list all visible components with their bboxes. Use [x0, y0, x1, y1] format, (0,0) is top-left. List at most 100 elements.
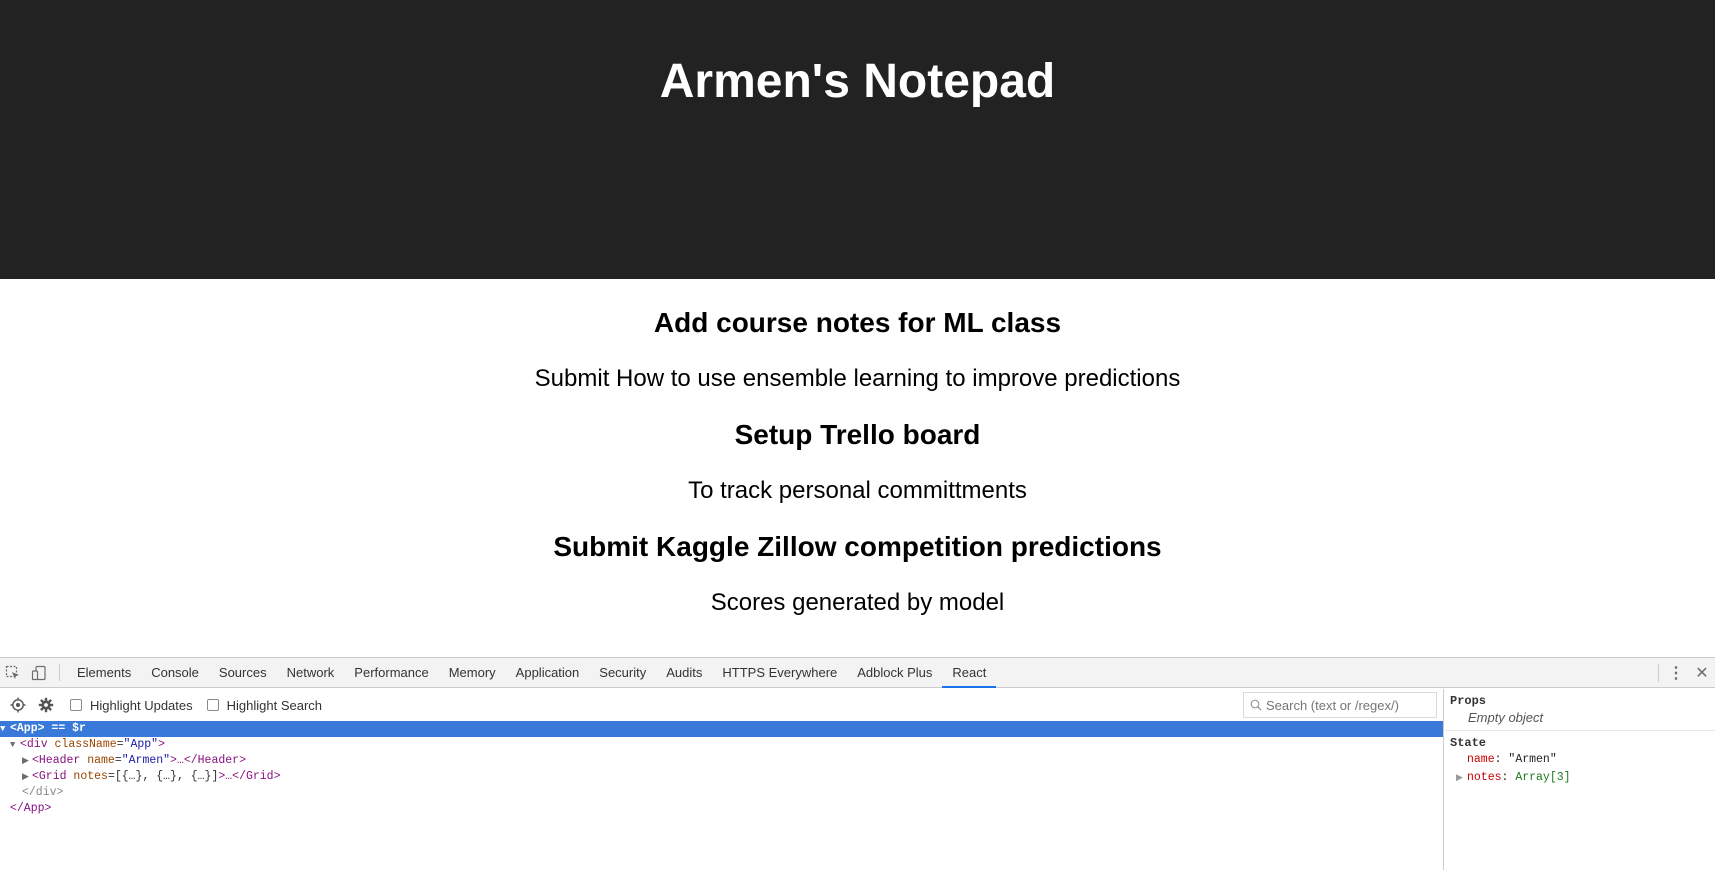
- tab-sources[interactable]: Sources: [209, 658, 277, 687]
- state-key: notes: [1467, 771, 1502, 784]
- props-state-pane: Props Empty object State name: "Armen" ▶…: [1445, 689, 1715, 870]
- note-card: Submit Kaggle Zillow competition predict…: [0, 529, 1715, 619]
- tab-audits[interactable]: Audits: [656, 658, 712, 687]
- tag-name: <Grid: [32, 770, 67, 783]
- search-box[interactable]: [1243, 692, 1437, 718]
- tab-label: Console: [151, 665, 199, 680]
- inspect-element-icon[interactable]: [0, 658, 26, 687]
- collapse-triangle-icon[interactable]: ▼: [10, 737, 20, 753]
- attr-name: name: [87, 754, 115, 767]
- tag-name: Grid: [245, 770, 274, 783]
- search-icon: [1248, 697, 1264, 713]
- highlight-search-checkbox[interactable]: Highlight Search: [206, 697, 323, 713]
- tree-row-app[interactable]: ▼ <App> == $r: [0, 721, 1443, 737]
- collapsed-ellipsis: >…</: [218, 770, 246, 783]
- tree-row-app-close[interactable]: </App>: [0, 801, 1443, 817]
- tab-network[interactable]: Network: [277, 658, 345, 687]
- highlight-updates-label: Highlight Updates: [90, 697, 193, 713]
- tab-label: Memory: [448, 665, 496, 680]
- tab-label: Elements: [77, 665, 132, 680]
- tag-name: <div: [20, 738, 48, 751]
- state-value: "Armen": [1508, 753, 1557, 766]
- tab-react[interactable]: React: [942, 658, 997, 688]
- tab-label: HTTPS Everywhere: [722, 665, 838, 680]
- target-icon[interactable]: [4, 697, 32, 713]
- props-empty-text: Empty object: [1468, 710, 1544, 725]
- note-title: Setup Trello board: [734, 419, 981, 450]
- react-toolbar: Highlight Updates Highlight Search: [0, 689, 1443, 721]
- tree-row-grid[interactable]: ▶ <Grid notes=[{…}, {…}, {…}]>…</Grid>: [0, 769, 1443, 785]
- tab-label: Network: [286, 665, 335, 680]
- tab-application[interactable]: Application: [506, 658, 590, 687]
- note-title: Add course notes for ML class: [653, 307, 1062, 338]
- props-section: Props Empty object: [1445, 689, 1715, 730]
- notes-grid: Add course notes for ML class Submit How…: [0, 279, 1715, 641]
- highlight-search-label: Highlight Search: [226, 697, 323, 713]
- devtools-panel: Elements Console Sources Network Perform…: [0, 657, 1715, 870]
- highlight-updates-checkbox[interactable]: Highlight Updates: [70, 698, 193, 713]
- state-row-notes[interactable]: ▶ notes: Array[3]: [1450, 769, 1711, 787]
- collapse-triangle-icon[interactable]: ▼: [0, 721, 10, 737]
- tab-security[interactable]: Security: [589, 658, 656, 687]
- closing-tag: </App>: [10, 802, 52, 815]
- checkbox-box[interactable]: [70, 699, 82, 711]
- closing-tag: </div>: [22, 786, 64, 799]
- gear-icon[interactable]: [32, 697, 60, 713]
- component-tree: ▼ <App> == $r ▼ <div className="App"> ▶ <He…: [0, 721, 1443, 817]
- device-toolbar-icon[interactable]: [26, 658, 52, 687]
- attr-name: className: [54, 738, 117, 751]
- note-card: Add course notes for ML class Submit How…: [0, 305, 1715, 395]
- state-heading: State: [1450, 736, 1487, 750]
- tab-elements[interactable]: Elements: [67, 658, 141, 687]
- tab-memory[interactable]: Memory: [439, 658, 506, 687]
- app-header: Armen's Notepad: [0, 0, 1715, 279]
- state-value: Array[3]: [1515, 771, 1571, 784]
- tag-close: >: [158, 738, 165, 751]
- tab-label: Security: [599, 665, 647, 680]
- attr-name: notes: [73, 770, 108, 783]
- tree-row-div[interactable]: ▼ <div className="App">: [0, 737, 1443, 753]
- props-heading: Props: [1450, 694, 1487, 708]
- expand-triangle-icon[interactable]: ▶: [1456, 769, 1467, 787]
- tag-name: <Header: [32, 754, 81, 767]
- search-input[interactable]: [1266, 697, 1436, 713]
- kebab-menu-icon[interactable]: ⋮: [1663, 663, 1689, 683]
- devtools-tabbar: Elements Console Sources Network Perform…: [0, 658, 1715, 688]
- tag-close: >: [273, 770, 281, 783]
- tree-row-header[interactable]: ▶ <Header name="Armen">…</Header>: [0, 753, 1443, 769]
- tab-label: Adblock Plus: [857, 665, 933, 680]
- expand-triangle-icon[interactable]: ▶: [22, 769, 32, 785]
- tab-adblock-plus[interactable]: Adblock Plus: [847, 658, 942, 687]
- tab-label: Audits: [666, 665, 703, 680]
- note-body: Scores generated by model: [710, 589, 1005, 616]
- tree-row-div-close[interactable]: </div>: [0, 785, 1443, 801]
- state-row-name[interactable]: name: "Armen": [1450, 751, 1711, 769]
- state-key: name: [1467, 753, 1495, 766]
- note-title: Submit Kaggle Zillow competition predict…: [553, 531, 1162, 562]
- tab-label: React: [952, 665, 987, 680]
- checkbox-box[interactable]: [206, 699, 219, 711]
- collapsed-ellipsis: >…</: [170, 754, 198, 767]
- attr-value: "App": [123, 738, 159, 751]
- divider: [1658, 664, 1659, 682]
- tag-name: Header: [197, 754, 240, 767]
- note-card: Setup Trello board To track personal com…: [0, 417, 1715, 507]
- state-section: State name: "Armen" ▶ notes: Array[3]: [1445, 730, 1715, 791]
- tag-name: <App>: [10, 722, 45, 735]
- tab-performance[interactable]: Performance: [344, 658, 438, 687]
- note-body: To track personal committments: [688, 477, 1027, 504]
- divider: [59, 664, 60, 681]
- tag-close: >: [239, 754, 246, 767]
- attr-value: =[{…}, {…}, {…}]: [107, 770, 219, 783]
- devtools-body: Highlight Updates Highlight Search ▼<App…: [0, 689, 1715, 870]
- tab-label: Sources: [218, 665, 267, 680]
- note-body: Submit How to use ensemble learning to i…: [534, 365, 1181, 392]
- tab-console[interactable]: Console: [141, 658, 209, 687]
- attr-value: "Armen": [121, 754, 171, 767]
- selection-marker: == $r: [44, 722, 86, 735]
- tab-label: Application: [515, 665, 580, 680]
- close-icon[interactable]: ✕: [1689, 663, 1715, 683]
- tab-https-everywhere[interactable]: HTTPS Everywhere: [712, 658, 847, 687]
- expand-triangle-icon[interactable]: ▶: [22, 753, 32, 769]
- tab-label: Performance: [354, 665, 429, 680]
